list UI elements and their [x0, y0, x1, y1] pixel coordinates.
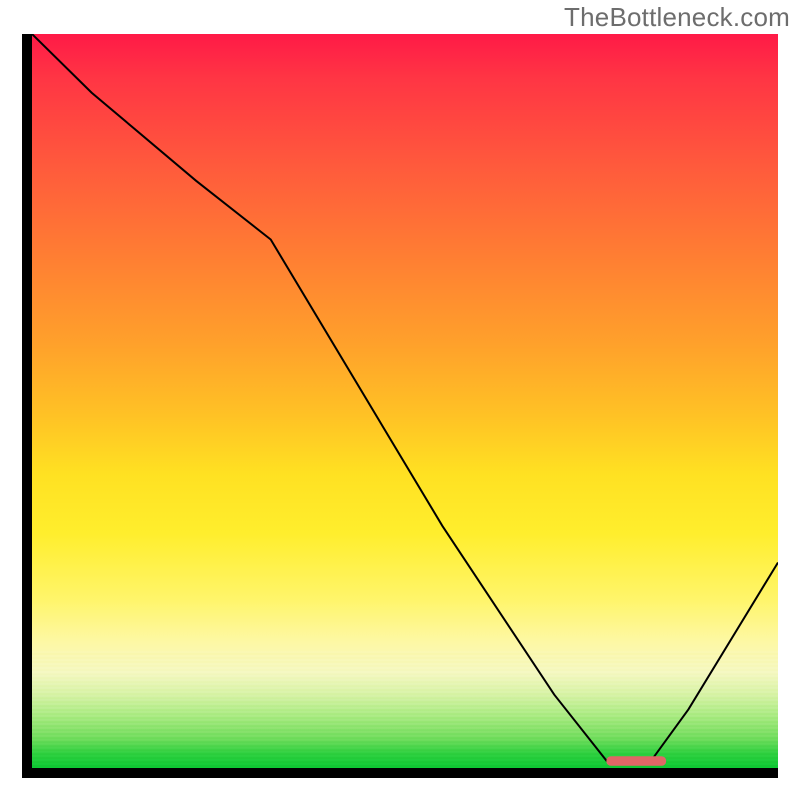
chart-svg — [32, 34, 778, 768]
bottleneck-curve-line — [32, 34, 778, 761]
chart-figure: TheBottleneck.com — [0, 0, 800, 800]
optimal-range-marker — [606, 756, 666, 766]
watermark-text: TheBottleneck.com — [564, 2, 790, 33]
plot-area — [22, 34, 778, 778]
